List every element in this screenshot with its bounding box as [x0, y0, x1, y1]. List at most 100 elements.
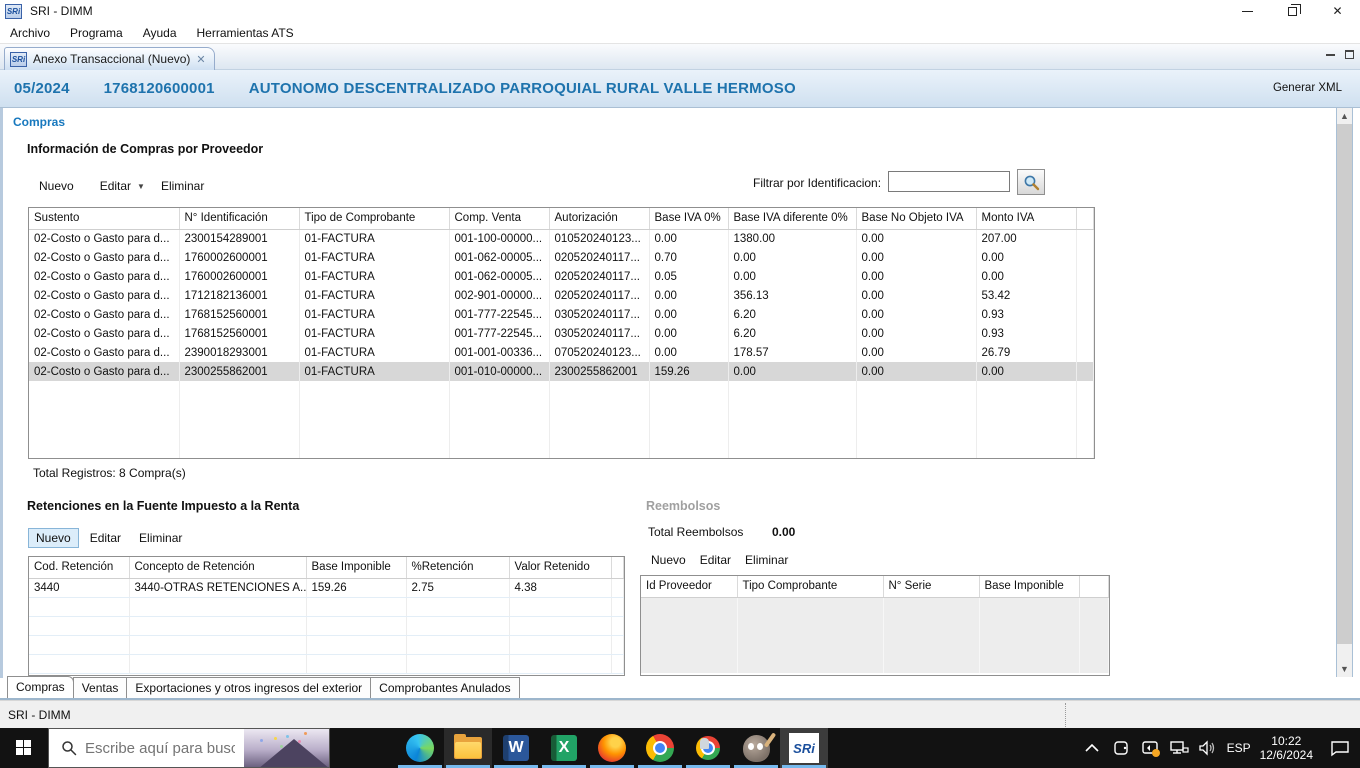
reemb-eliminar-button[interactable]: Eliminar	[738, 551, 795, 569]
taskbar-excel-icon[interactable]: X	[540, 728, 588, 768]
taskbar-chrome-profile-icon[interactable]	[684, 728, 732, 768]
windows-logo-icon	[16, 740, 32, 756]
column-header[interactable]: Base Imponible	[306, 557, 406, 578]
column-header[interactable]: Tipo de Comprobante	[299, 208, 449, 229]
menu-herramientas-ats[interactable]: Herramientas ATS	[187, 23, 304, 43]
tray-chevron-up-icon[interactable]	[1082, 735, 1102, 761]
table-row[interactable]: 02-Costo o Gasto para d...17681525600010…	[29, 305, 1094, 324]
taskbar-search-input[interactable]	[85, 740, 235, 757]
table-row[interactable]: 34403440-OTRAS RETENCIONES A...159.262.7…	[29, 578, 624, 597]
table-row[interactable]: 02-Costo o Gasto para d...17600026000010…	[29, 267, 1094, 286]
view-minimize-icon[interactable]	[1326, 53, 1335, 56]
filter-search-button[interactable]	[1017, 169, 1045, 195]
tab-close-icon[interactable]: ✕	[196, 53, 205, 66]
ret-editar-button[interactable]: Editar	[83, 529, 128, 547]
table-row[interactable]: 02-Costo o Gasto para d...23002558620010…	[29, 362, 1094, 381]
ruc-label: 1768120600001	[104, 80, 215, 97]
tray-device-icon[interactable]	[1111, 735, 1131, 761]
tray-share-screen-icon[interactable]	[1140, 735, 1160, 761]
tray-network-icon[interactable]	[1169, 735, 1189, 761]
ret-nuevo-button[interactable]: Nuevo	[28, 528, 79, 548]
column-header-filler	[611, 557, 624, 578]
menu-archivo[interactable]: Archivo	[0, 23, 60, 43]
taskbar-edge-icon[interactable]	[396, 728, 444, 768]
reemb-editar-button[interactable]: Editar	[693, 551, 738, 569]
reemb-nuevo-button[interactable]: Nuevo	[644, 551, 693, 569]
reembolsos-header-row: Id ProveedorTipo ComprobanteN° SerieBase…	[641, 576, 1109, 597]
menu-ayuda[interactable]: Ayuda	[133, 23, 187, 43]
table-row[interactable]: 02-Costo o Gasto para d...17600026000010…	[29, 248, 1094, 267]
column-header[interactable]: %Retención	[406, 557, 509, 578]
close-button[interactable]: ✕	[1315, 0, 1360, 22]
taskbar-gimp-icon[interactable]	[732, 728, 780, 768]
tab-anexo-transaccional[interactable]: SRi Anexo Transaccional (Nuevo) ✕	[4, 47, 215, 70]
app-logo-icon: SRi	[5, 4, 22, 19]
taskbar-sri-dimm-icon[interactable]: SRi	[780, 728, 828, 768]
taskbar-word-icon[interactable]: W	[492, 728, 540, 768]
menu-programa[interactable]: Programa	[60, 23, 133, 43]
column-header[interactable]: Tipo Comprobante	[737, 576, 883, 597]
ret-eliminar-button[interactable]: Eliminar	[132, 529, 189, 547]
taskbar-file-explorer-icon[interactable]	[444, 728, 492, 768]
restore-button[interactable]	[1270, 0, 1315, 22]
table-row[interactable]: 02-Costo o Gasto para d...17121821360010…	[29, 286, 1094, 305]
total-registros: Total Registros: 8 Compra(s)	[33, 466, 186, 480]
scrollbar-thumb[interactable]	[1337, 124, 1352, 644]
editar-button[interactable]: Editar	[94, 177, 137, 195]
tab-ventas[interactable]: Ventas	[73, 677, 128, 698]
minimize-button[interactable]	[1225, 0, 1270, 22]
column-header[interactable]: Base No Objeto IVA	[856, 208, 976, 229]
taskbar-apps: W X SRi	[396, 728, 828, 768]
scroll-down-arrow[interactable]: ▼	[1337, 661, 1352, 677]
taskbar-chrome-icon[interactable]	[636, 728, 684, 768]
generar-xml-button[interactable]: Generar XML	[1273, 82, 1342, 94]
column-header[interactable]: Base Imponible	[979, 576, 1079, 597]
column-header[interactable]: Base IVA diferente 0%	[728, 208, 856, 229]
compras-table: SustentoN° IdentificaciónTipo de Comprob…	[29, 208, 1094, 459]
compras-header-row: SustentoN° IdentificaciónTipo de Comprob…	[29, 208, 1094, 229]
empty-row	[29, 654, 624, 673]
view-maximize-icon[interactable]	[1345, 50, 1354, 59]
column-header[interactable]: Cod. Retención	[29, 557, 129, 578]
column-header[interactable]: Sustento	[29, 208, 179, 229]
retenciones-table: Cod. RetenciónConcepto de RetenciónBase …	[29, 557, 624, 674]
column-header[interactable]: Id Proveedor	[641, 576, 737, 597]
language-indicator[interactable]: ESP	[1227, 741, 1251, 755]
column-header[interactable]: N° Serie	[883, 576, 979, 597]
column-header[interactable]: Monto IVA	[976, 208, 1076, 229]
column-header[interactable]: Valor Retenido	[509, 557, 611, 578]
filter-input[interactable]	[888, 171, 1010, 192]
vertical-scrollbar[interactable]: ▲ ▼	[1336, 108, 1353, 677]
search-highlight-art	[244, 729, 329, 767]
column-header[interactable]: Autorización	[549, 208, 649, 229]
table-row[interactable]: 02-Costo o Gasto para d...23001542890010…	[29, 229, 1094, 248]
eliminar-button[interactable]: Eliminar	[155, 177, 210, 195]
tray-volume-icon[interactable]	[1198, 735, 1218, 761]
nuevo-button[interactable]: Nuevo	[33, 177, 80, 195]
tab-comprobantes-anulados[interactable]: Comprobantes Anulados	[370, 677, 519, 698]
start-button[interactable]	[0, 728, 48, 768]
total-reembolsos-label: Total Reembolsos	[648, 525, 743, 539]
taskbar-search[interactable]	[48, 728, 330, 768]
tab-compras[interactable]: Compras	[7, 676, 74, 698]
table-row[interactable]: 02-Costo o Gasto para d...17681525600010…	[29, 324, 1094, 343]
reembolsos-table-container: Id ProveedorTipo ComprobanteN° SerieBase…	[640, 575, 1110, 676]
retenciones-title: Retenciones en la Fuente Impuesto a la R…	[27, 499, 299, 513]
clock[interactable]: 10:22 12/6/2024	[1260, 734, 1313, 762]
action-center-icon[interactable]	[1330, 735, 1350, 761]
column-header[interactable]: N° Identificación	[179, 208, 299, 229]
scroll-up-arrow[interactable]: ▲	[1337, 108, 1352, 124]
form-header: 05/2024 1768120600001 AUTONOMO DESCENTRA…	[0, 70, 1360, 108]
panel-title: Información de Compras por Proveedor	[27, 142, 263, 156]
period-label: 05/2024	[14, 80, 70, 97]
column-header[interactable]: Base IVA 0%	[649, 208, 728, 229]
column-header[interactable]: Concepto de Retención	[129, 557, 306, 578]
column-header[interactable]: Comp. Venta	[449, 208, 549, 229]
tab-exportaciones[interactable]: Exportaciones y otros ingresos del exter…	[126, 677, 371, 698]
empty-row	[29, 381, 1094, 400]
status-text: SRI - DIMM	[8, 708, 71, 722]
window-title: SRI - DIMM	[30, 4, 93, 18]
editar-dropdown-icon[interactable]: ▼	[137, 182, 145, 191]
taskbar-firefox-icon[interactable]	[588, 728, 636, 768]
table-row[interactable]: 02-Costo o Gasto para d...23900182930010…	[29, 343, 1094, 362]
